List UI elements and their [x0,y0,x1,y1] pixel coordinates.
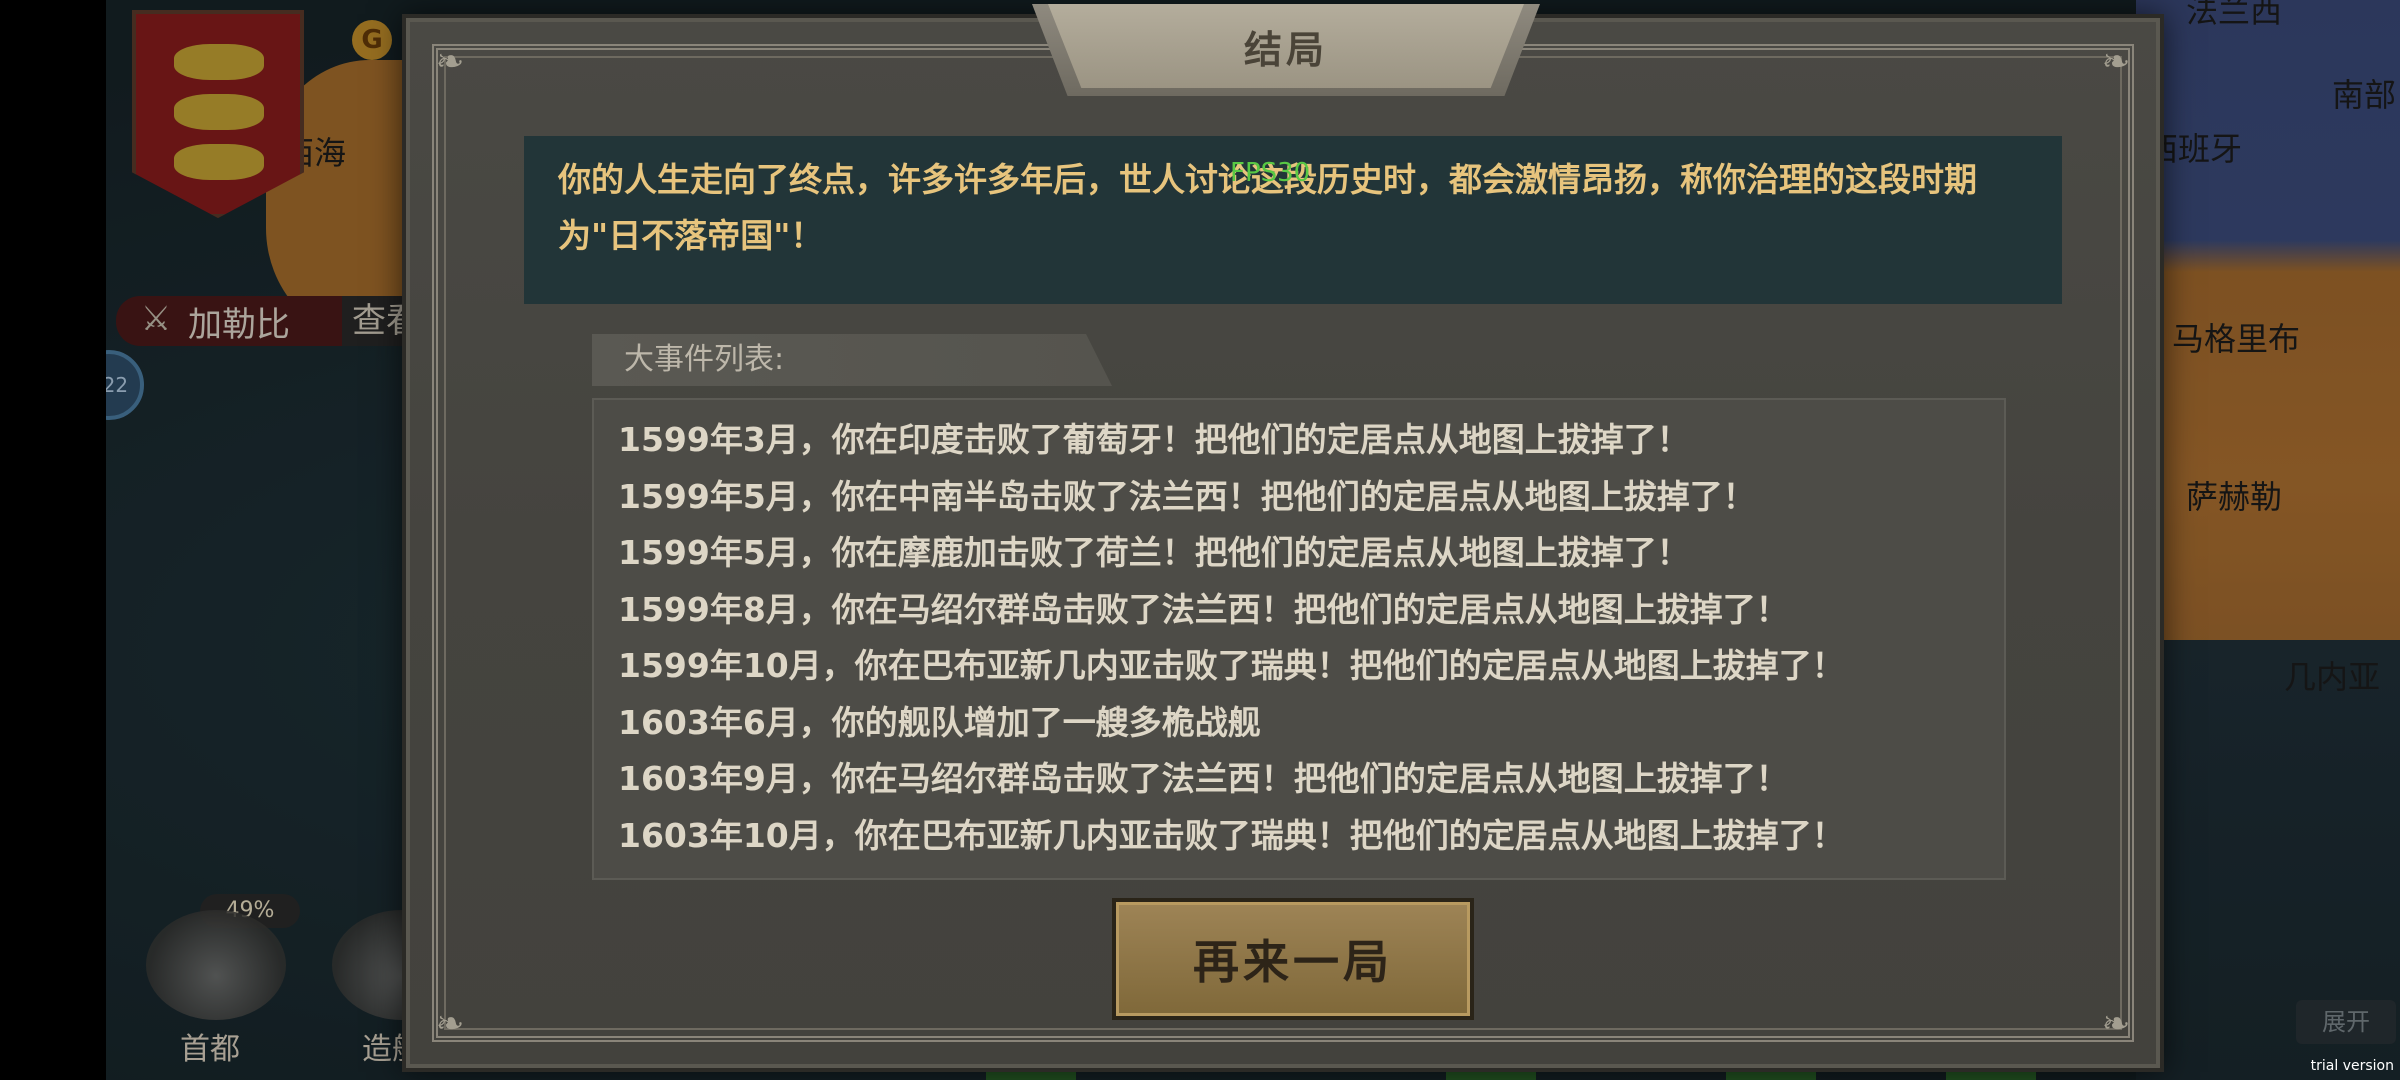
events-list: 1599年3月，你在印度击败了葡萄牙！把他们的定居点从地图上拔掉了！ 1599年… [594,400,2004,864]
fps-counter: FPS30 [1230,158,1311,188]
list-item: 1599年5月，你在中南半岛击败了法兰西！把他们的定居点从地图上拔掉了！ [618,476,1756,516]
corner-ornament-icon: ❧ [435,42,465,82]
events-list-panel[interactable]: 1599年3月，你在印度击败了葡萄牙！把他们的定居点从地图上拔掉了！ 1599年… [592,398,2006,880]
list-item: 1599年10月，你在巴布亚新几内亚击败了瑞典！把他们的定居点从地图上拔掉了！ [618,646,1845,685]
list-item: 1599年3月，你在印度击败了葡萄牙！把他们的定居点从地图上拔掉了！ [618,420,1690,459]
corner-ornament-icon: ❧ [2101,1004,2131,1044]
list-item: 1599年5月，你在摩鹿加击败了荷兰！把他们的定居点从地图上拔掉了！ [618,533,1690,572]
corner-ornament-icon: ❧ [435,1004,465,1044]
title-plate: 结局 [1032,4,1540,96]
trial-watermark: trial version [2310,1058,2394,1074]
dialog-title: 结局 [1048,4,1524,88]
list-item: 1603年6月，你的舰队增加了一艘多桅战舰 [618,702,1261,742]
list-item: 1603年10月，你在巴布亚新几内亚击败了瑞典！把他们的定居点从地图上拔掉了！ [618,815,1845,855]
events-header: 大事件列表: [592,334,1112,386]
list-item: 1603年9月，你在马绍尔群岛击败了法兰西！把他们的定居点从地图上拔掉了！ [618,759,1789,798]
corner-ornament-icon: ❧ [2101,42,2131,82]
replay-button[interactable]: 再来一局 [1112,898,1474,1020]
list-item: 1599年8月，你在马绍尔群岛击败了法兰西！把他们的定居点从地图上拔掉了！ [618,589,1789,629]
ending-dialog: ❧ ❧ ❧ ❧ 结局 你的人生走向了终点，许多许多年后，世人讨论这段历史时，都会… [402,4,2164,1072]
